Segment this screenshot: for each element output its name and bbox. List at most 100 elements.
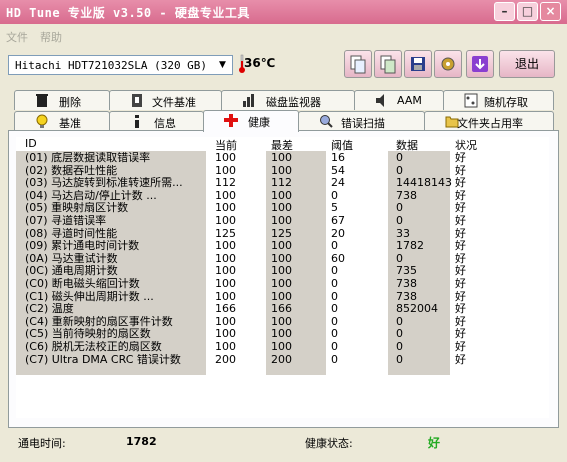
attr-worst: 100 — [271, 202, 292, 215]
attr-status: 好 — [455, 189, 466, 202]
tab-random-access[interactable]: 随机存取 — [443, 90, 554, 110]
tab-disk-monitor[interactable]: 磁盘监视器 — [221, 90, 355, 110]
attr-data: 0 — [396, 353, 403, 366]
table-row[interactable]: (02) 数据吞吐性能 100 100 54 0 好 — [16, 165, 549, 177]
disk-monitor-icon — [243, 94, 254, 107]
table-row[interactable]: (C2) 温度 166 166 0 852004 好 — [16, 303, 549, 315]
attr-current: 100 — [215, 189, 236, 202]
save-button[interactable] — [404, 50, 432, 78]
copy-text-icon — [350, 55, 366, 74]
down-arrow-icon — [472, 56, 488, 72]
attr-current: 100 — [215, 278, 236, 290]
tab-info[interactable]: 信息 — [109, 111, 204, 131]
info-icon — [135, 115, 139, 128]
attr-status: 好 — [455, 177, 466, 190]
down-arrow-button[interactable] — [466, 50, 494, 78]
exit-button[interactable]: 退出 — [499, 50, 555, 78]
col-header-data[interactable]: 数据 — [396, 137, 418, 152]
copy-text-button[interactable] — [344, 50, 372, 78]
attr-name: (04) 马达启动/停止计数 ... — [25, 189, 157, 202]
attr-current: 100 — [215, 328, 236, 341]
options-button[interactable] — [434, 50, 462, 78]
tab-aam[interactable]: AAM — [354, 90, 444, 110]
attr-data: 738 — [396, 278, 417, 290]
col-header-id[interactable]: ID — [25, 137, 37, 151]
attr-current: 112 — [215, 177, 236, 190]
attr-current: 100 — [215, 215, 236, 227]
attr-worst: 100 — [271, 252, 292, 265]
options-icon — [441, 57, 455, 71]
attr-current: 100 — [215, 252, 236, 265]
attr-status: 好 — [455, 278, 466, 290]
maximize-button[interactable]: □ — [517, 2, 538, 21]
attr-name: (0A) 马达重试计数 — [25, 252, 118, 265]
attr-threshold: 67 — [331, 215, 345, 227]
menu-file[interactable]: 文件 — [6, 29, 28, 45]
attr-threshold: 0 — [331, 341, 338, 353]
col-header-worst[interactable]: 最差 — [271, 137, 293, 152]
tab-folder-usage[interactable]: 文件夹占用率 — [424, 111, 554, 131]
col-header-current[interactable]: 当前 — [215, 137, 237, 152]
smart-table[interactable]: ID 当前 最差 阈值 数据 状况 (01) 底层数据读取错误率 100 100 16… — [16, 137, 549, 418]
table-row[interactable]: (C0) 断电磁头缩回计数 100 100 0 738 好 — [16, 278, 549, 290]
attr-name: (C4) 重新映射的扇区事件计数 — [25, 315, 173, 328]
drive-select[interactable]: Hitachi HDT721032SLA (320 GB) ▼ — [8, 55, 233, 75]
file-benchmark-icon — [132, 94, 142, 107]
attr-name: (C2) 温度 — [25, 303, 74, 316]
tab-file-benchmark[interactable]: 文件基准 — [109, 90, 222, 110]
attr-threshold: 0 — [331, 290, 338, 303]
copy-screen-button[interactable] — [374, 50, 402, 78]
table-row[interactable]: (C6) 脱机无法校正的扇区数 100 100 0 0 好 — [16, 341, 549, 353]
attr-threshold: 60 — [331, 252, 345, 265]
attr-threshold: 0 — [331, 240, 338, 253]
table-row[interactable]: (08) 寻道时间性能 125 125 20 33 好 — [16, 228, 549, 240]
attr-threshold: 0 — [331, 328, 338, 341]
tab-error-scan[interactable]: 错误扫描 — [298, 111, 425, 131]
table-row[interactable]: (09) 累计通电时间计数 100 100 0 1782 好 — [16, 240, 549, 252]
table-row[interactable]: (C1) 磁头伸出周期计数 ... 100 100 0 738 好 — [16, 291, 549, 303]
attr-worst: 100 — [271, 341, 292, 353]
col-header-threshold[interactable]: 阈值 — [331, 137, 353, 152]
attr-data: 14418143 — [396, 177, 452, 190]
attr-status: 好 — [455, 202, 466, 215]
table-row[interactable]: (05) 重映射扇区计数 100 100 5 0 好 — [16, 202, 549, 214]
random-access-icon — [464, 93, 478, 108]
attr-data: 33 — [396, 227, 410, 240]
attr-name: (09) 累计通电时间计数 — [25, 240, 140, 253]
attr-status: 好 — [455, 227, 466, 240]
attr-worst: 112 — [271, 177, 292, 190]
save-icon — [411, 57, 425, 71]
attr-name: (C5) 当前待映射的扇区数 — [25, 328, 151, 341]
attr-status: 好 — [455, 353, 466, 366]
power-on-value: 1782 — [126, 435, 157, 448]
table-row[interactable]: (01) 底层数据读取错误率 100 100 16 0 好 — [16, 152, 549, 164]
attr-threshold: 0 — [331, 278, 338, 290]
table-row[interactable]: (04) 马达启动/停止计数 ... 100 100 0 738 好 — [16, 190, 549, 202]
table-row[interactable]: (C4) 重新映射的扇区事件计数 100 100 0 0 好 — [16, 316, 549, 328]
col-header-status[interactable]: 状况 — [455, 137, 477, 152]
table-row[interactable]: (0A) 马达重试计数 100 100 60 0 好 — [16, 253, 549, 265]
attr-data: 0 — [396, 252, 403, 265]
tab-erase[interactable]: 删除 — [14, 90, 110, 110]
power-on-label: 通电时间: — [18, 437, 66, 450]
attr-data: 0 — [396, 215, 403, 227]
attr-data: 0 — [396, 164, 403, 177]
table-row[interactable]: (03) 马达旋转到标准转速所需... 112 112 24 14418143 好 — [16, 177, 549, 189]
attr-threshold: 5 — [331, 202, 338, 215]
menu-help[interactable]: 帮助 — [40, 29, 62, 45]
attr-current: 200 — [215, 353, 236, 366]
attr-threshold: 0 — [331, 315, 338, 328]
attr-status: 好 — [455, 252, 466, 265]
tab-benchmark[interactable]: 基准 — [14, 111, 110, 131]
minimize-button[interactable]: – — [494, 2, 515, 21]
chevron-down-icon: ▼ — [219, 60, 226, 70]
table-row[interactable]: (0C) 通电周期计数 100 100 0 735 好 — [16, 265, 549, 277]
table-row[interactable]: (07) 寻道错误率 100 100 67 0 好 — [16, 215, 549, 227]
window-title: HD Tune 专业版 v3.50 - 硬盘专业工具 — [6, 6, 250, 20]
tab-health[interactable]: 健康 — [203, 110, 299, 132]
attr-worst: 166 — [271, 303, 292, 316]
trash-icon — [36, 94, 48, 107]
close-button[interactable]: × — [540, 2, 561, 21]
table-row[interactable]: (C5) 当前待映射的扇区数 100 100 0 0 好 — [16, 328, 549, 340]
table-row[interactable]: (C7) Ultra DMA CRC 错误计数 200 200 0 0 好 — [16, 354, 549, 366]
